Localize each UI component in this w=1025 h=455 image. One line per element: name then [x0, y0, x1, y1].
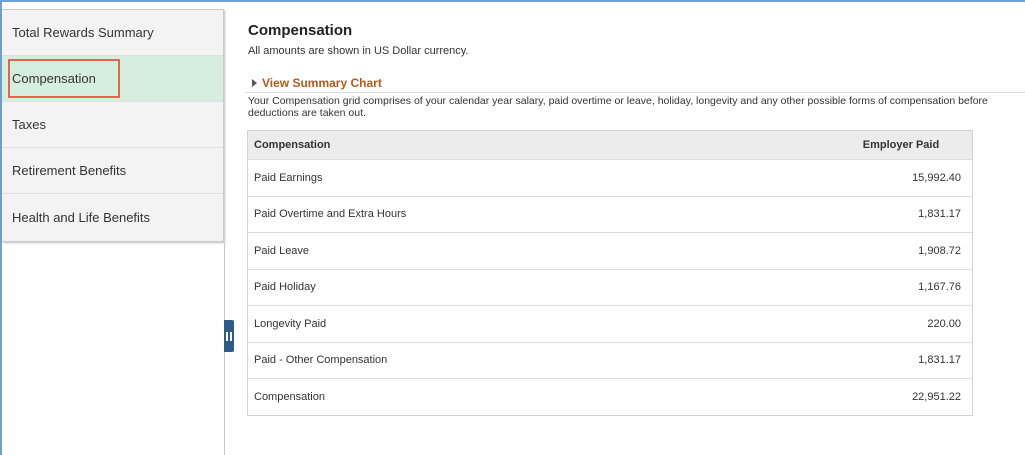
table-row-total: Compensation 22,951.22: [248, 378, 972, 415]
sidebar-item-total-rewards-summary[interactable]: Total Rewards Summary: [2, 10, 223, 56]
pause-bars-icon: [226, 331, 232, 341]
collapse-sidebar-button[interactable]: [224, 320, 234, 352]
sidebar-item-label: Compensation: [8, 59, 120, 98]
divider: [246, 92, 1025, 93]
row-amount: 1,167.76: [918, 281, 961, 294]
row-name: Paid Earnings: [254, 171, 323, 184]
table-row: Paid Leave 1,908.72: [248, 232, 972, 269]
row-name: Longevity Paid: [254, 317, 327, 330]
sidebar-item-label: Health and Life Benefits: [12, 209, 151, 225]
sidebar: Total Rewards Summary Compensation Taxes…: [2, 9, 224, 242]
sidebar-item-taxes[interactable]: Taxes: [2, 102, 223, 148]
currency-note: All amounts are shown in US Dollar curre…: [248, 45, 469, 57]
row-amount: 1,831.17: [918, 208, 961, 221]
grid-description: Your Compensation grid comprises of your…: [248, 95, 988, 119]
sidebar-item-label: Retirement Benefits: [12, 163, 127, 178]
table-row: Paid Holiday 1,167.76: [248, 268, 972, 305]
sidebar-item-health-and-life-benefits[interactable]: Health and Life Benefits: [2, 194, 223, 240]
table-row: Longevity Paid 220.00: [248, 305, 972, 342]
row-name: Paid Overtime and Extra Hours: [254, 208, 407, 221]
table-row: Paid - Other Compensation 1,831.17: [248, 341, 972, 378]
row-amount: 220.00: [927, 317, 961, 330]
page-title: Compensation: [248, 22, 353, 39]
sidebar-item-retirement-benefits[interactable]: Retirement Benefits: [2, 148, 223, 194]
row-name: Paid Holiday: [254, 281, 316, 294]
column-header-compensation: Compensation: [254, 139, 331, 151]
row-amount: 22,951.22: [912, 390, 961, 403]
sidebar-item-label: Taxes: [12, 117, 46, 132]
column-header-employer-paid: Employer Paid: [862, 139, 940, 151]
triangle-right-icon: [252, 79, 257, 87]
row-amount: 1,908.72: [918, 244, 961, 257]
sidebar-item-label: Total Rewards Summary: [12, 25, 154, 40]
view-summary-chart-label: View Summary Chart: [262, 76, 382, 90]
table-row: Paid Overtime and Extra Hours 1,831.17: [248, 195, 972, 232]
compensation-grid: Compensation Employer Paid Paid Earnings…: [247, 130, 973, 416]
view-summary-chart-link[interactable]: View Summary Chart: [252, 76, 382, 90]
table-row: Paid Earnings 15,992.40: [248, 159, 972, 196]
row-amount: 15,992.40: [912, 171, 961, 184]
row-name: Paid Leave: [254, 244, 310, 257]
row-amount: 1,831.17: [918, 354, 961, 367]
main-content: Compensation All amounts are shown in US…: [246, 0, 1025, 455]
grid-header: Compensation Employer Paid: [248, 131, 972, 159]
row-name: Compensation: [254, 390, 325, 403]
sidebar-item-compensation[interactable]: Compensation: [2, 56, 223, 102]
row-name: Paid - Other Compensation: [254, 354, 388, 367]
